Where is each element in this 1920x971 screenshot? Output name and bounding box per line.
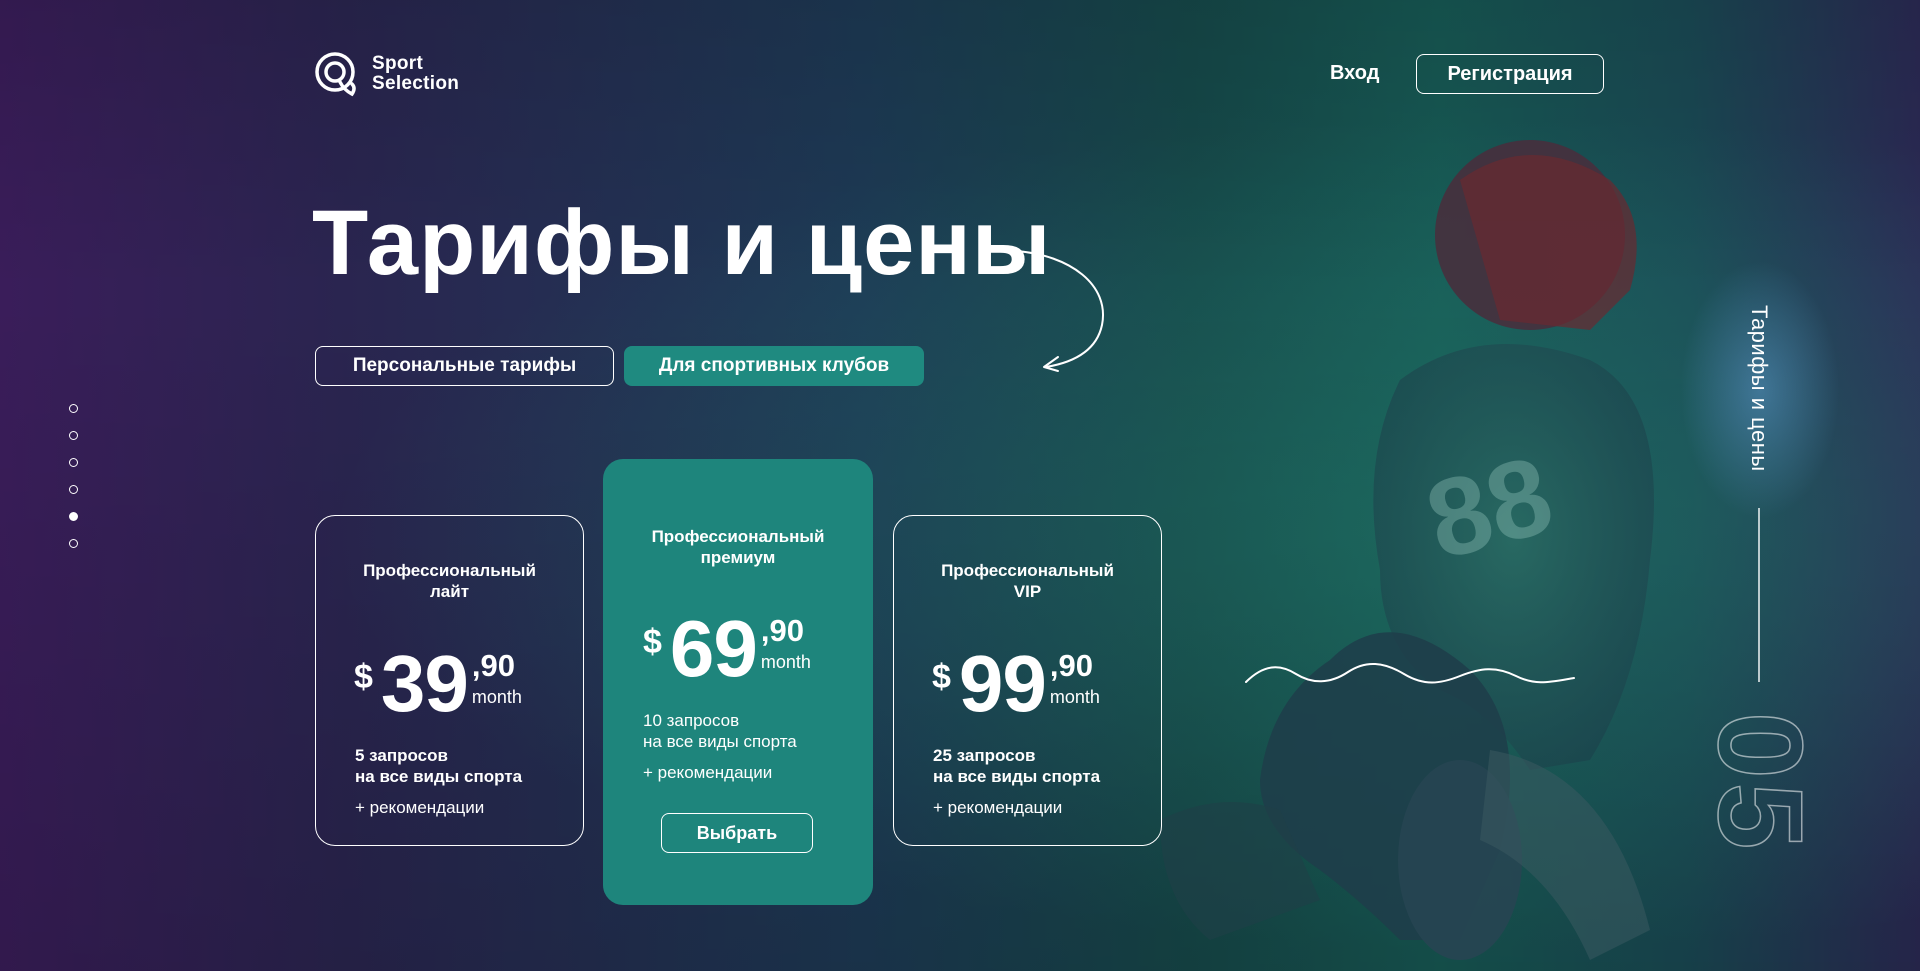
pagination-dot-6[interactable] [69, 539, 78, 548]
plan-requests-scope: на все виды спорта [355, 767, 523, 786]
plan-requests: 10 запросов на все виды спорта [643, 710, 797, 752]
price-cents: ,90 [760, 613, 805, 648]
section-pagination [69, 404, 78, 548]
plan-requests-count: 5 запросов [355, 746, 448, 765]
page-title: Тарифы и цены [312, 192, 1052, 294]
wave-decoration [1245, 663, 1575, 684]
pagination-dot-5[interactable] [69, 512, 78, 521]
price-currency: $ [643, 623, 662, 661]
plan-name: Профессиональный лайт [363, 561, 536, 601]
side-section-label: Тарифы и цены [1747, 305, 1772, 472]
pagination-dot-4[interactable] [69, 485, 78, 494]
brand-name-line2: Selection [372, 73, 460, 94]
tab-sport-clubs[interactable]: Для спортивных клубов [624, 346, 924, 386]
plan-name: Профессиональный VIP [941, 561, 1114, 601]
brand-name: Sport Selection [372, 54, 459, 94]
plan-card-premium[interactable]: Профессиональный премиум $ 69 ,90 month … [603, 459, 873, 905]
plan-requests-scope: на все виды спорта [643, 732, 797, 751]
price-currency: $ [354, 658, 373, 696]
price-cents: ,90 [471, 648, 516, 683]
price-period: month [1049, 687, 1100, 707]
price-period: month [471, 687, 522, 707]
register-button[interactable]: Регистрация [1416, 54, 1604, 94]
login-link[interactable]: Вход [1330, 62, 1379, 85]
curved-arrow-icon [1015, 250, 1105, 372]
plan-extra: + рекомендации [355, 798, 485, 817]
plan-card-lite[interactable]: Профессиональный лайт $ 39 ,90 month 5 з… [315, 515, 584, 846]
plan-card-vip[interactable]: Профессиональный VIP $ 99 ,90 month 25 з… [893, 515, 1162, 846]
price-period: month [760, 652, 811, 672]
plan-extra: + рекомендации [933, 798, 1063, 817]
plan-price: $ 99 ,90 month [932, 644, 1100, 724]
plan-requests: 25 запросов на все виды спорта [933, 745, 1100, 787]
plan-requests-count: 10 запросов [643, 711, 740, 730]
plan-requests-scope: на все виды спорта [933, 767, 1101, 786]
side-divider [1758, 508, 1760, 682]
choose-plan-button[interactable]: Выбрать [661, 813, 813, 853]
brand-name-line1: Sport [372, 53, 424, 74]
tab-personal-plans[interactable]: Персональные тарифы [315, 346, 614, 386]
section-number: 05 [1692, 711, 1828, 854]
pagination-dot-2[interactable] [69, 431, 78, 440]
price-main: 99 [958, 639, 1047, 728]
plan-price: $ 69 ,90 month [643, 609, 811, 689]
price-main: 69 [669, 604, 758, 693]
price-main: 39 [380, 639, 469, 728]
pagination-dot-3[interactable] [69, 458, 78, 467]
plan-extra: + рекомендации [643, 763, 773, 782]
football-player-image: 88 [1160, 140, 1654, 960]
price-cents: ,90 [1049, 648, 1094, 683]
plan-name: Профессиональный премиум [651, 527, 825, 567]
plan-requests-count: 25 запросов [933, 746, 1036, 765]
plan-requests: 5 запросов на все виды спорта [355, 745, 522, 787]
logo-icon [315, 52, 356, 97]
brand-logo[interactable]: Sport Selection [314, 50, 459, 98]
plan-price: $ 39 ,90 month [354, 644, 522, 724]
price-currency: $ [932, 658, 951, 696]
pagination-dot-1[interactable] [69, 404, 78, 413]
